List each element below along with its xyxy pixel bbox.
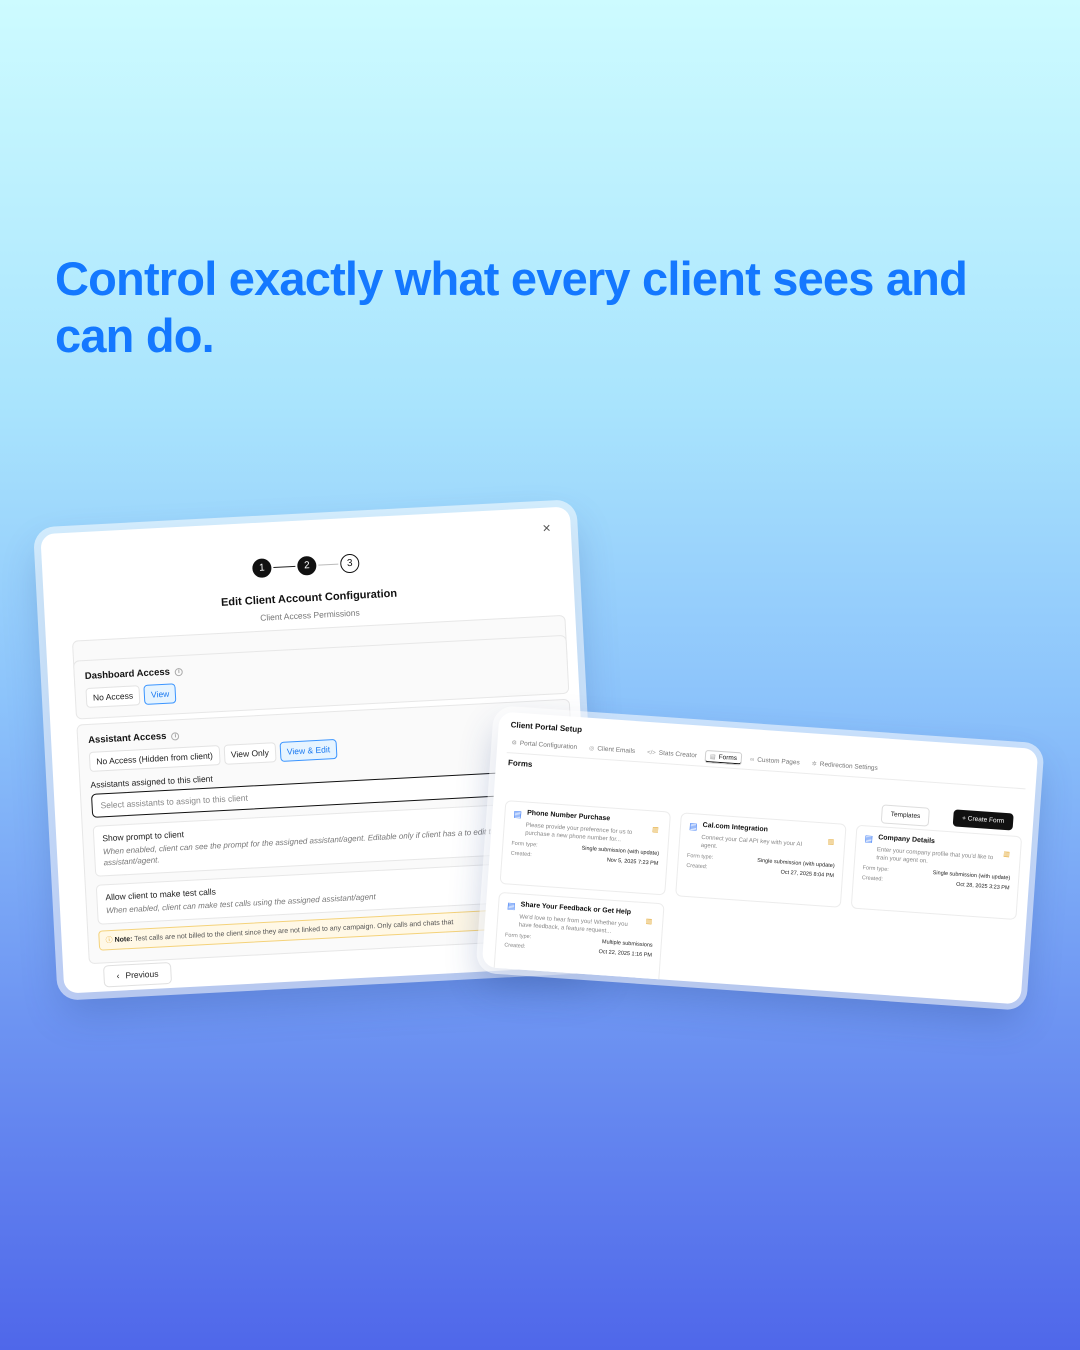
tab-forms[interactable]: ▤ Forms: [704, 749, 743, 766]
tab-custom-pages[interactable]: ∞ Custom Pages: [746, 753, 805, 770]
tab-label: Redirection Settings: [819, 760, 879, 772]
gear-icon: ⚙: [511, 740, 517, 747]
form-type-value: Single submission (with update): [932, 870, 1011, 882]
created-value: Oct 28, 2025 3:23 PM: [955, 881, 1010, 892]
step-3[interactable]: 3: [339, 553, 360, 574]
templates-button[interactable]: Templates: [881, 804, 930, 827]
client-portal-setup: Client Portal Setup ⚙ Portal Configuratio…: [481, 711, 1039, 1005]
created-value: Oct 22, 2025 1:16 PM: [598, 948, 653, 959]
tab-stats-creator[interactable]: </> Stats Creator: [643, 746, 702, 763]
create-form-button[interactable]: + Create Form: [952, 809, 1014, 831]
form-type-value: Single submission (with update): [581, 845, 660, 857]
form-type-label: Form type:: [511, 840, 538, 849]
trash-icon[interactable]: ▥: [827, 838, 834, 846]
dashboard-access-label: Dashboard Access: [84, 666, 171, 683]
info-icon: i: [174, 667, 184, 676]
created-label: Created:: [686, 862, 708, 871]
info-icon: i: [171, 731, 180, 741]
forms-heading: Forms: [507, 758, 533, 769]
step-connector: [318, 563, 339, 566]
form-card[interactable]: ▤ Phone Number Purchase Please provide yo…: [499, 800, 672, 896]
portal-tabs: ⚙ Portal Configuration ◎ Client Emails </>…: [506, 736, 1027, 790]
step-connector: [273, 565, 296, 569]
form-title: Company Details: [877, 834, 936, 846]
chevron-left-icon: ‹: [116, 970, 120, 981]
created-label: Created:: [504, 942, 526, 950]
tab-label: Custom Pages: [756, 756, 800, 767]
tab-label: Portal Configuration: [519, 739, 578, 751]
trash-icon[interactable]: ▥: [1003, 850, 1010, 858]
document-icon: ▤: [688, 820, 698, 832]
form-type-label: Form type:: [686, 852, 714, 861]
mail-icon: ◎: [588, 745, 595, 753]
tab-label: Client Emails: [597, 745, 636, 756]
form-card[interactable]: ▤ Share Your Feedback or Get Help We'd lo…: [493, 891, 665, 988]
tab-label: Stats Creator: [658, 749, 698, 760]
assistant-no-access-button[interactable]: No Access (Hidden from client): [88, 745, 221, 772]
note-text: Test calls are not billed to the client …: [134, 919, 454, 943]
form-title: Phone Number Purchase: [526, 809, 611, 823]
tab-portal-configuration[interactable]: ⚙ Portal Configuration: [507, 736, 582, 754]
form-card[interactable]: ▤ Company Details Enter your company prof…: [850, 824, 1023, 921]
trash-icon[interactable]: ▥: [645, 917, 652, 925]
document-icon: ▤: [513, 808, 523, 820]
created-value: Oct 27, 2025 8:04 PM: [780, 869, 835, 880]
created-value: Nov 5, 2025 7:23 PM: [606, 857, 659, 867]
previous-button[interactable]: ‹ Previous: [102, 961, 173, 988]
dashboard-view-button[interactable]: View: [143, 683, 177, 705]
assistant-access-label: Assistant Access: [87, 730, 167, 746]
dashboard-no-access-button[interactable]: No Access: [85, 685, 141, 709]
code-icon: </>: [646, 749, 657, 756]
note-label: Note:: [114, 935, 133, 944]
form-title: Cal.com Integration: [702, 821, 769, 834]
form-type-value: Single submission (with update): [756, 857, 835, 870]
form-type-value: Multiple submissions: [601, 939, 653, 949]
created-label: Created:: [510, 850, 532, 859]
created-label: Created:: [861, 875, 884, 883]
portal-title: Client Portal Setup: [510, 720, 583, 735]
warning-icon: ⓘ: [105, 936, 115, 945]
tab-label: Forms: [718, 753, 738, 763]
step-2[interactable]: 2: [296, 555, 317, 576]
close-icon[interactable]: ×: [542, 519, 551, 535]
settings-icon: ✲: [811, 761, 817, 768]
link-icon: ∞: [749, 756, 755, 763]
document-icon: ▤: [864, 833, 874, 844]
previous-label: Previous: [125, 968, 159, 981]
assistant-view-edit-button[interactable]: View & Edit: [279, 738, 338, 762]
document-icon: ▤: [709, 754, 716, 761]
tab-redirection-settings[interactable]: ✲ Redirection Settings: [807, 757, 882, 775]
tab-client-emails[interactable]: ◎ Client Emails: [585, 742, 640, 759]
form-type-label: Form type:: [504, 932, 532, 941]
headline: Control exactly what every client sees a…: [55, 252, 968, 362]
document-icon: ▤: [506, 900, 516, 912]
step-1[interactable]: 1: [251, 558, 272, 579]
trash-icon[interactable]: ▥: [652, 825, 659, 833]
form-type-label: Form type:: [862, 865, 889, 874]
assistant-view-only-button[interactable]: View Only: [223, 742, 277, 765]
form-card[interactable]: ▤ Cal.com Integration Connect your Cal AP…: [675, 812, 847, 908]
